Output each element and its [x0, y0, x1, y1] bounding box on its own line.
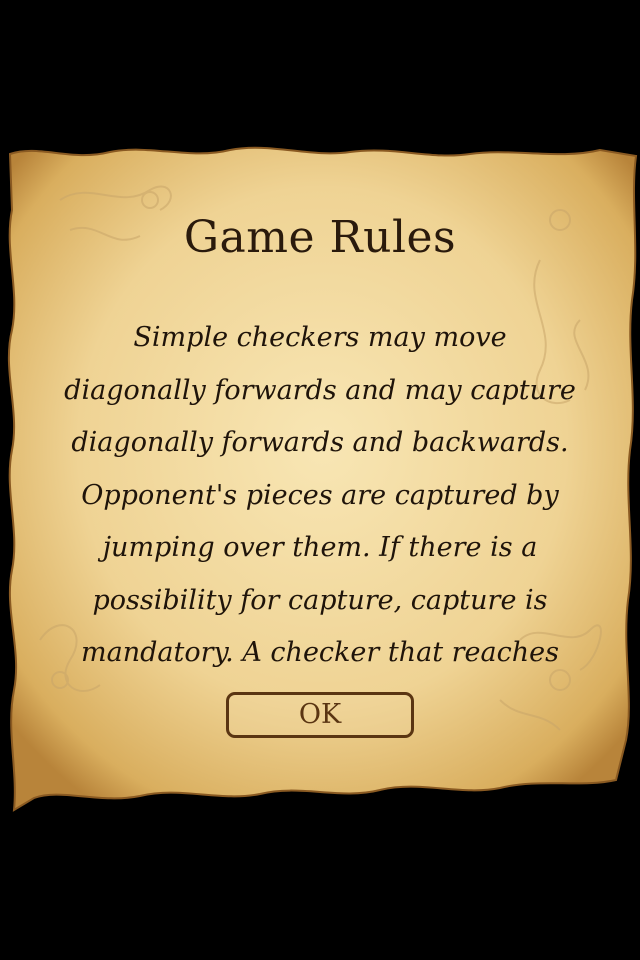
dialog-title: Game Rules [183, 212, 457, 263]
ok-button[interactable]: OK [226, 692, 414, 738]
rules-scroll-area[interactable]: Simple checkers may move diagonally forw… [60, 312, 580, 668]
rules-text: Simple checkers may move diagonally forw… [64, 322, 576, 668]
